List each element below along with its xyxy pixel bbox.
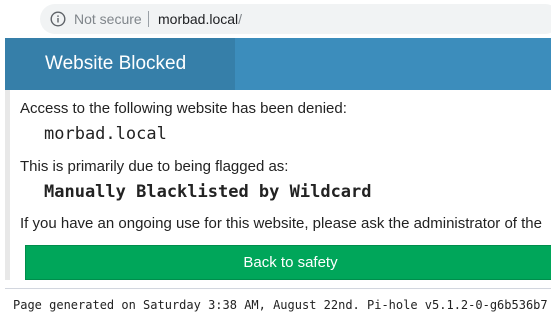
page-footer: Page generated on Saturday 3:38 AM, Augu… [5, 288, 551, 322]
url-host: morbad.local [158, 11, 239, 27]
header-title-box: Website Blocked [5, 38, 235, 90]
info-icon[interactable] [50, 11, 66, 27]
page-content: Access to the following website has been… [5, 90, 551, 280]
omnibox[interactable]: Not secure morbad.local/ [40, 4, 551, 34]
contact-message: If you have an ongoing use for this webs… [20, 215, 542, 232]
tab-edge [0, 0, 30, 38]
url-path: / [238, 11, 243, 27]
back-to-safety-button[interactable]: Back to safety [25, 245, 551, 280]
page-header: Website Blocked [5, 38, 551, 90]
url-text[interactable]: morbad.local/ [158, 11, 242, 27]
omnibox-divider [148, 11, 149, 27]
browser-address-bar: Not secure morbad.local/ [0, 0, 551, 38]
blocked-page: Website Blocked Access to the following … [5, 38, 551, 322]
page-title: Website Blocked [45, 53, 187, 74]
security-status-label[interactable]: Not secure [74, 11, 142, 27]
blocked-domain: morbad.local [44, 124, 167, 144]
denied-message: Access to the following website has been… [20, 100, 347, 117]
footer-text: Page generated on Saturday 3:38 AM, Augu… [13, 298, 548, 312]
flag-reason: Manually Blacklisted by Wildcard [44, 182, 372, 202]
flagged-message: This is primarily due to being flagged a… [20, 158, 289, 175]
